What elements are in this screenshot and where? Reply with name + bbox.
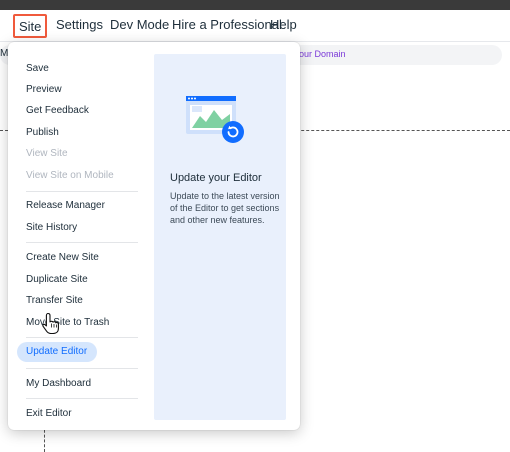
panel-description: Update to the latest version of the Edit… xyxy=(170,191,280,225)
menu-separator xyxy=(26,242,138,243)
menu-separator xyxy=(26,191,138,192)
menu-item-my-dashboard[interactable]: My Dashboard xyxy=(26,377,91,391)
menu-item-exit-editor[interactable]: Exit Editor xyxy=(26,407,72,421)
menu-dev-mode[interactable]: Dev Mode xyxy=(104,14,175,38)
update-editor-info-panel: Update your Editor Update to the latest … xyxy=(154,54,286,420)
menu-item-save[interactable]: Save xyxy=(26,62,49,76)
top-menubar: Site Settings Dev Mode Hire a Profession… xyxy=(0,10,510,42)
menu-item-view-site-mobile: View Site on Mobile xyxy=(26,170,114,181)
menu-separator xyxy=(26,337,138,338)
menu-item-get-feedback[interactable]: Get Feedback xyxy=(26,104,89,118)
menu-settings[interactable]: Settings xyxy=(50,14,109,38)
menu-item-duplicate-site[interactable]: Duplicate Site xyxy=(26,273,88,287)
window-top-strip xyxy=(0,0,510,10)
menu-item-site-history[interactable]: Site History xyxy=(26,221,77,235)
menu-help[interactable]: Help xyxy=(264,14,303,38)
menu-separator xyxy=(26,398,138,399)
menu-item-release-manager[interactable]: Release Manager xyxy=(26,199,105,213)
menu-item-move-to-trash[interactable]: Move Site to Trash xyxy=(26,316,109,330)
menu-site[interactable]: Site xyxy=(13,14,48,38)
menu-item-update-editor[interactable]: Update Editor xyxy=(26,345,87,359)
browser-update-illustration-icon xyxy=(186,96,244,143)
menu-item-preview[interactable]: Preview xyxy=(26,83,62,97)
menu-item-publish[interactable]: Publish xyxy=(26,126,59,140)
menu-item-transfer-site[interactable]: Transfer Site xyxy=(26,294,83,308)
menu-item-create-new-site[interactable]: Create New Site xyxy=(26,251,99,265)
menu-separator xyxy=(26,368,138,369)
hand-pointer-cursor-icon xyxy=(42,312,59,334)
menu-item-view-site: View Site xyxy=(26,148,68,159)
panel-title: Update your Editor xyxy=(170,172,262,184)
site-menu-dropdown: Save Preview Get Feedback Publish View S… xyxy=(8,42,300,430)
